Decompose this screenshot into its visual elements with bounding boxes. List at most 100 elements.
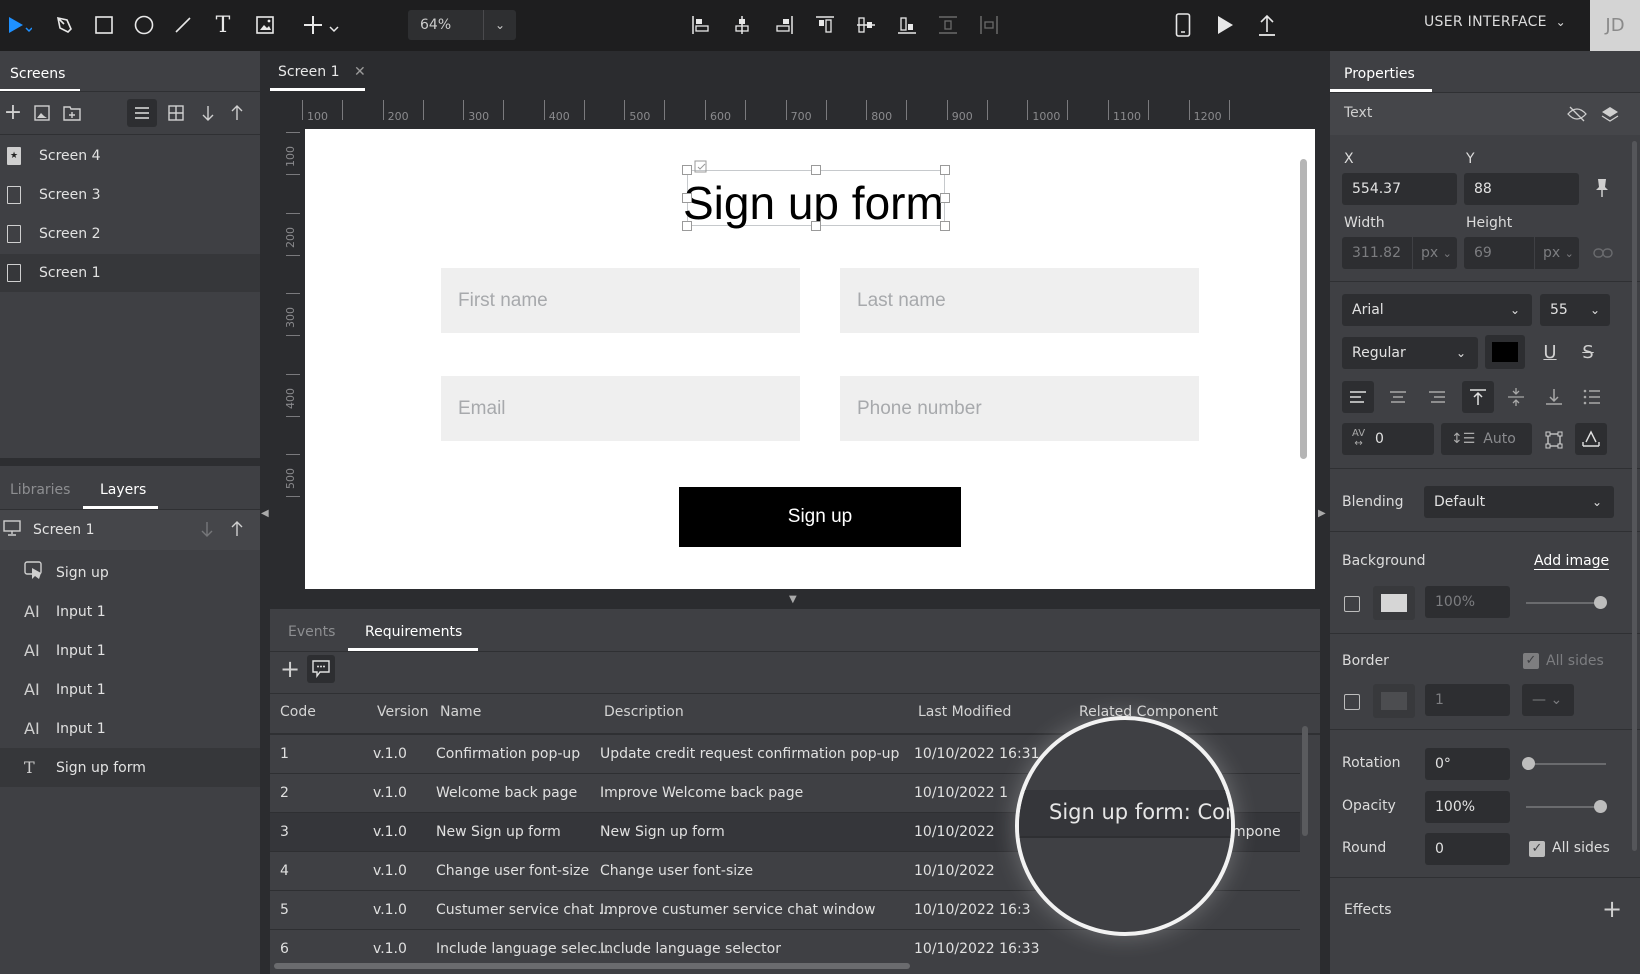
line-tool-icon[interactable] [170,12,196,38]
border-style-select[interactable]: — ⌄ [1522,684,1574,716]
layer-item[interactable]: AI Input 1 [0,592,260,631]
align-text-center-icon[interactable] [1382,381,1414,413]
text-color-swatch[interactable] [1485,335,1525,369]
auto-size-icon[interactable] [1539,425,1569,455]
add-image-link[interactable]: Add image [1534,553,1610,570]
background-checkbox[interactable] [1344,596,1360,612]
comment-icon[interactable] [307,655,335,683]
col-last-modified[interactable]: Last Modified [918,704,1011,720]
font-size-select[interactable]: 55 ⌄ [1540,294,1610,326]
canvas-scrollbar[interactable] [1300,159,1307,459]
add-image-screen-icon[interactable] [32,103,52,123]
border-width-input[interactable]: 1 [1425,684,1510,716]
font-family-select[interactable]: Arial ⌄ [1342,294,1532,326]
resize-handle[interactable] [682,193,692,203]
screen-item-selected[interactable]: Screen 1 [0,254,260,292]
properties-scrollbar[interactable] [1632,141,1637,851]
align-bottom-icon[interactable] [894,12,920,38]
screen-item[interactable]: ★ Screen 4 [0,137,260,175]
resize-handle[interactable] [682,221,692,231]
panel-divider[interactable] [0,458,260,466]
width-input[interactable]: 311.82 px ⌄ [1342,237,1457,269]
export-icon[interactable] [1254,12,1280,38]
project-menu[interactable]: USER INTERFACE ⌄ [1424,14,1566,30]
align-right-icon[interactable] [771,12,797,38]
artboard[interactable]: Sign up form First name Last name Email … [305,129,1315,589]
col-code[interactable]: Code [280,704,316,720]
text-baseline-icon[interactable] [1575,423,1607,455]
align-text-left-icon[interactable] [1342,381,1374,413]
grid-view-icon[interactable] [166,103,186,123]
add-effect-icon[interactable]: + [1600,895,1624,923]
background-opacity-input[interactable]: 100% [1425,586,1510,618]
email-field[interactable]: Email [441,376,800,441]
line-height-input[interactable]: ↕☰ Auto [1441,423,1532,455]
pin-icon[interactable] [1592,177,1612,199]
tab-events[interactable]: Events [288,624,335,640]
layer-item[interactable]: AI Input 1 [0,670,260,709]
tab-libraries[interactable]: Libraries [10,482,70,498]
add-screen-icon[interactable]: + [2,100,24,125]
table-horizontal-scrollbar[interactable] [274,963,910,969]
tab-requirements[interactable]: Requirements [365,624,462,640]
layer-item-selected[interactable]: T Sign up form [0,748,260,787]
tab-screen-1[interactable]: Screen 1 ✕ [278,64,366,80]
background-color-swatch[interactable] [1373,586,1415,620]
col-description[interactable]: Description [604,704,684,720]
distribute-vertical-icon[interactable] [935,12,961,38]
rectangle-tool-icon[interactable] [91,12,117,38]
tab-layers[interactable]: Layers [100,482,146,498]
image-tool-icon[interactable] [252,12,278,38]
list-bullets-icon[interactable] [1576,381,1608,413]
add-tool-icon[interactable] [300,12,344,38]
height-input[interactable]: 69 px ⌄ [1464,237,1579,269]
slider-knob[interactable] [1522,757,1535,770]
select-tool-icon[interactable] [6,12,32,38]
layers-icon[interactable] [1600,104,1620,124]
resize-handle[interactable] [811,221,821,231]
align-text-right-icon[interactable] [1421,381,1453,413]
layer-item[interactable]: AI Input 1 [0,709,260,748]
valign-middle-icon[interactable] [1500,381,1532,413]
table-vertical-scrollbar[interactable] [1302,726,1308,836]
height-unit-select[interactable]: px ⌄ [1534,237,1574,269]
underline-icon[interactable]: U [1538,339,1562,365]
tab-properties[interactable]: Properties [1344,66,1415,82]
hide-icon[interactable] [1567,105,1587,123]
move-down-icon[interactable] [198,103,218,123]
resize-handle[interactable] [940,165,950,175]
col-name[interactable]: Name [440,704,481,720]
align-left-icon[interactable] [688,12,714,38]
width-unit-select[interactable]: px ⌄ [1412,237,1452,269]
border-checkbox[interactable] [1344,694,1360,710]
align-center-v-icon[interactable] [853,12,879,38]
rotation-input[interactable]: 0° [1425,748,1510,780]
col-version[interactable]: Version [377,704,428,720]
close-icon[interactable]: ✕ [354,64,366,80]
y-input[interactable]: 88 [1464,173,1579,205]
text-tool-icon[interactable]: T [210,12,236,38]
border-color-swatch[interactable] [1373,684,1415,718]
round-input[interactable]: 0 [1425,833,1510,865]
distribute-horizontal-icon[interactable] [976,12,1002,38]
pen-tool-icon[interactable] [52,12,78,38]
valign-top-icon[interactable] [1462,381,1494,413]
sign-up-button[interactable]: Sign up [679,487,961,547]
x-input[interactable]: 554.37 [1342,173,1457,205]
move-up-icon[interactable] [230,521,244,541]
play-icon[interactable] [1212,12,1238,38]
phone-field[interactable]: Phone number [840,376,1199,441]
valign-bottom-icon[interactable] [1538,381,1570,413]
collapse-bottom-icon[interactable]: ▼ [789,594,797,605]
collapse-left-icon[interactable]: ◀ [261,508,269,519]
ellipse-tool-icon[interactable] [131,12,157,38]
resize-handle[interactable] [682,165,692,175]
add-folder-icon[interactable] [62,103,82,123]
slider-knob[interactable] [1594,596,1607,609]
add-requirement-icon[interactable]: + [278,655,302,683]
zoom-select[interactable]: 64% ⌄ [408,10,516,40]
font-weight-select[interactable]: Regular ⌄ [1342,337,1478,369]
strikethrough-icon[interactable]: S [1576,339,1600,365]
collapse-right-icon[interactable]: ▶ [1318,508,1326,519]
blending-select[interactable]: Default ⌄ [1424,486,1614,518]
